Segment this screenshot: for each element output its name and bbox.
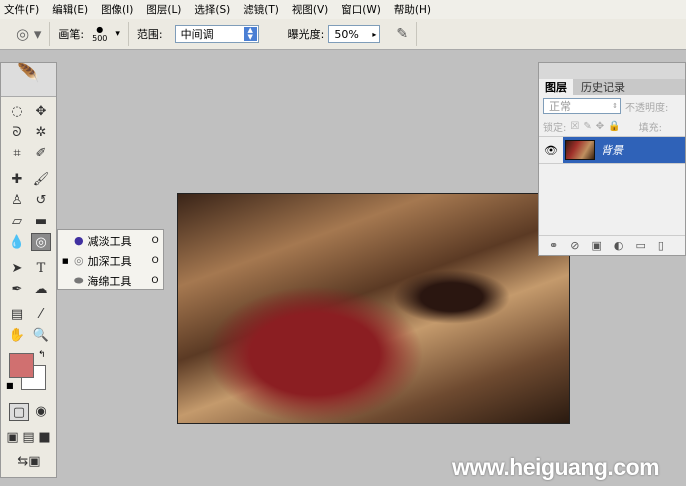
quick-mask-button[interactable]: ◉: [31, 403, 51, 421]
flyout-label: 海绵工具: [87, 274, 132, 288]
flyout-label: 加深工具: [87, 254, 132, 268]
adjustment-layer-icon[interactable]: ◐: [614, 239, 624, 252]
lock-pixels-icon[interactable]: ✎: [583, 121, 591, 132]
flyout-item-burn[interactable]: ■ ◎ 加深工具 O: [58, 251, 163, 270]
exposure-value: 50%: [334, 27, 359, 41]
feather-logo: 🪶: [1, 63, 56, 97]
menu-file[interactable]: 文件(F): [4, 2, 39, 17]
blend-mode-value: 正常: [549, 100, 571, 113]
watermark: www.heiguang.com: [452, 454, 660, 480]
menu-help[interactable]: 帮助(H): [394, 2, 431, 17]
options-bar: ◎ ▾ 画笔: ● 500 ▾ 范围: 中间调 ▲ ▼ 曝光度: 50% ▸ ✎: [0, 19, 686, 50]
lock-label: 锁定:: [543, 123, 567, 134]
layer-name: 背景: [601, 144, 623, 157]
lasso-tool[interactable]: ᘐ: [7, 124, 27, 142]
flyout-label: 减淡工具: [87, 234, 132, 248]
screen-mode-full[interactable]: ■: [37, 429, 52, 447]
visibility-eye-icon[interactable]: 👁: [539, 144, 563, 157]
lock-transparency-icon[interactable]: ☒: [570, 121, 579, 132]
pen-tool[interactable]: ✒: [7, 281, 27, 299]
magic-wand-tool[interactable]: ✲: [31, 124, 51, 142]
shape-tool[interactable]: ☁: [31, 281, 51, 299]
document-image[interactable]: [177, 193, 570, 424]
flyout-item-dodge[interactable]: ● 减淡工具 O: [58, 231, 163, 250]
add-mask-icon[interactable]: ▣: [591, 239, 601, 252]
healing-brush-tool[interactable]: ✚: [7, 171, 27, 189]
sponge-icon: ⬬: [74, 273, 84, 287]
menu-filter[interactable]: 滤镜(T): [243, 2, 279, 17]
shortcut-key: O: [151, 235, 159, 246]
opacity-label: 不透明度:: [625, 102, 669, 114]
layer-thumbnail: [565, 140, 595, 160]
selected-marker: ■: [62, 256, 69, 265]
brush-size: 500: [92, 34, 108, 43]
brush-label: 画笔:: [58, 28, 85, 41]
exposure-slider-icon[interactable]: ▸: [372, 30, 376, 39]
menu-image[interactable]: 图像(I): [101, 2, 133, 17]
menu-bar: 文件(F) 编辑(E) 图像(I) 图层(L) 选择(S) 滤镜(T) 视图(V…: [0, 0, 686, 19]
new-group-icon[interactable]: ▭: [635, 239, 645, 252]
standard-mode-button[interactable]: ▢: [9, 403, 29, 421]
hand-tool[interactable]: ✋: [7, 327, 27, 345]
shortcut-key: O: [151, 255, 159, 266]
path-select-tool[interactable]: ➤: [7, 260, 27, 278]
zoom-tool[interactable]: 🔍: [31, 327, 51, 345]
default-colors-icon[interactable]: ■: [6, 381, 14, 390]
type-tool[interactable]: T: [31, 260, 51, 278]
layers-panel: 图层 历史记录 正常 ⇕ 不透明度: 锁定: ☒ ✎ ✥ 🔒 填充: 👁 背景 ⚭…: [538, 62, 686, 256]
menu-window[interactable]: 窗口(W): [341, 2, 381, 17]
gradient-tool[interactable]: ▬: [31, 213, 51, 231]
slice-tool[interactable]: ✐: [31, 145, 51, 163]
eraser-tool[interactable]: ▱: [7, 213, 27, 231]
jump-to-imageready[interactable]: ⇆▣: [9, 453, 49, 471]
blur-tool[interactable]: 💧: [7, 234, 27, 252]
menu-edit[interactable]: 编辑(E): [52, 2, 88, 17]
toolbox: 🪶 ◌ ✥ ᘐ ✲ ⌗ ✐ ✚ 🖌 ♙ ↺ ▱ ▬ 💧 ◎ ➤ T ✒ ☁ ▤ …: [0, 62, 57, 478]
new-layer-icon[interactable]: ▯: [658, 239, 664, 252]
burn-icon: ◎: [74, 254, 84, 267]
screen-mode-standard[interactable]: ▣: [5, 429, 20, 447]
tab-history[interactable]: 历史记录: [573, 79, 633, 95]
layer-style-icon[interactable]: ⊘: [570, 239, 579, 252]
dodge-icon: ●: [74, 234, 84, 247]
brush-tool[interactable]: 🖌: [31, 171, 51, 189]
menu-view[interactable]: 视图(V): [292, 2, 328, 17]
history-brush-tool[interactable]: ↺: [31, 192, 51, 210]
screen-mode-full-menu[interactable]: ▤: [21, 429, 36, 447]
airbrush-icon[interactable]: ✎: [396, 26, 408, 42]
shortcut-key: O: [151, 275, 159, 286]
spinner-icon: ▲ ▼: [243, 27, 257, 41]
brush-picker[interactable]: ● 500: [92, 25, 107, 43]
toning-tools-flyout: ● 减淡工具 O ■ ◎ 加深工具 O ⬬ 海绵工具 O: [57, 229, 164, 290]
clone-stamp-tool[interactable]: ♙: [7, 192, 27, 210]
move-tool[interactable]: ✥: [31, 103, 51, 121]
lock-all-icon[interactable]: 🔒: [608, 121, 620, 132]
blend-mode-select[interactable]: 正常 ⇕: [543, 98, 621, 114]
crop-tool[interactable]: ⌗: [7, 145, 27, 163]
flyout-item-sponge[interactable]: ⬬ 海绵工具 O: [58, 271, 163, 290]
brush-dropdown-icon[interactable]: ▾: [115, 29, 120, 39]
layer-row-background[interactable]: 👁 背景: [539, 137, 685, 164]
eyedropper-tool[interactable]: ⁄: [31, 306, 51, 324]
notes-tool[interactable]: ▤: [7, 306, 27, 324]
burn-tool-preset-icon[interactable]: ◎ ▾: [16, 25, 41, 43]
range-value: 中间调: [180, 28, 214, 41]
range-label: 范围:: [136, 28, 163, 41]
link-layers-icon[interactable]: ⚭: [549, 239, 558, 252]
marquee-tool[interactable]: ◌: [7, 103, 27, 121]
burn-tool[interactable]: ◎: [31, 233, 51, 251]
range-select[interactable]: 中间调 ▲ ▼: [174, 25, 259, 43]
foreground-color-swatch[interactable]: [9, 353, 34, 378]
exposure-label: 曝光度:: [287, 28, 325, 41]
lock-position-icon[interactable]: ✥: [596, 121, 604, 132]
tab-layers[interactable]: 图层: [539, 79, 573, 95]
exposure-input[interactable]: 50% ▸: [328, 25, 381, 43]
swap-colors-icon[interactable]: ↰: [38, 350, 46, 360]
fill-label: 填充:: [638, 123, 662, 134]
menu-select[interactable]: 选择(S): [194, 2, 230, 17]
menu-layer[interactable]: 图层(L): [146, 2, 181, 17]
